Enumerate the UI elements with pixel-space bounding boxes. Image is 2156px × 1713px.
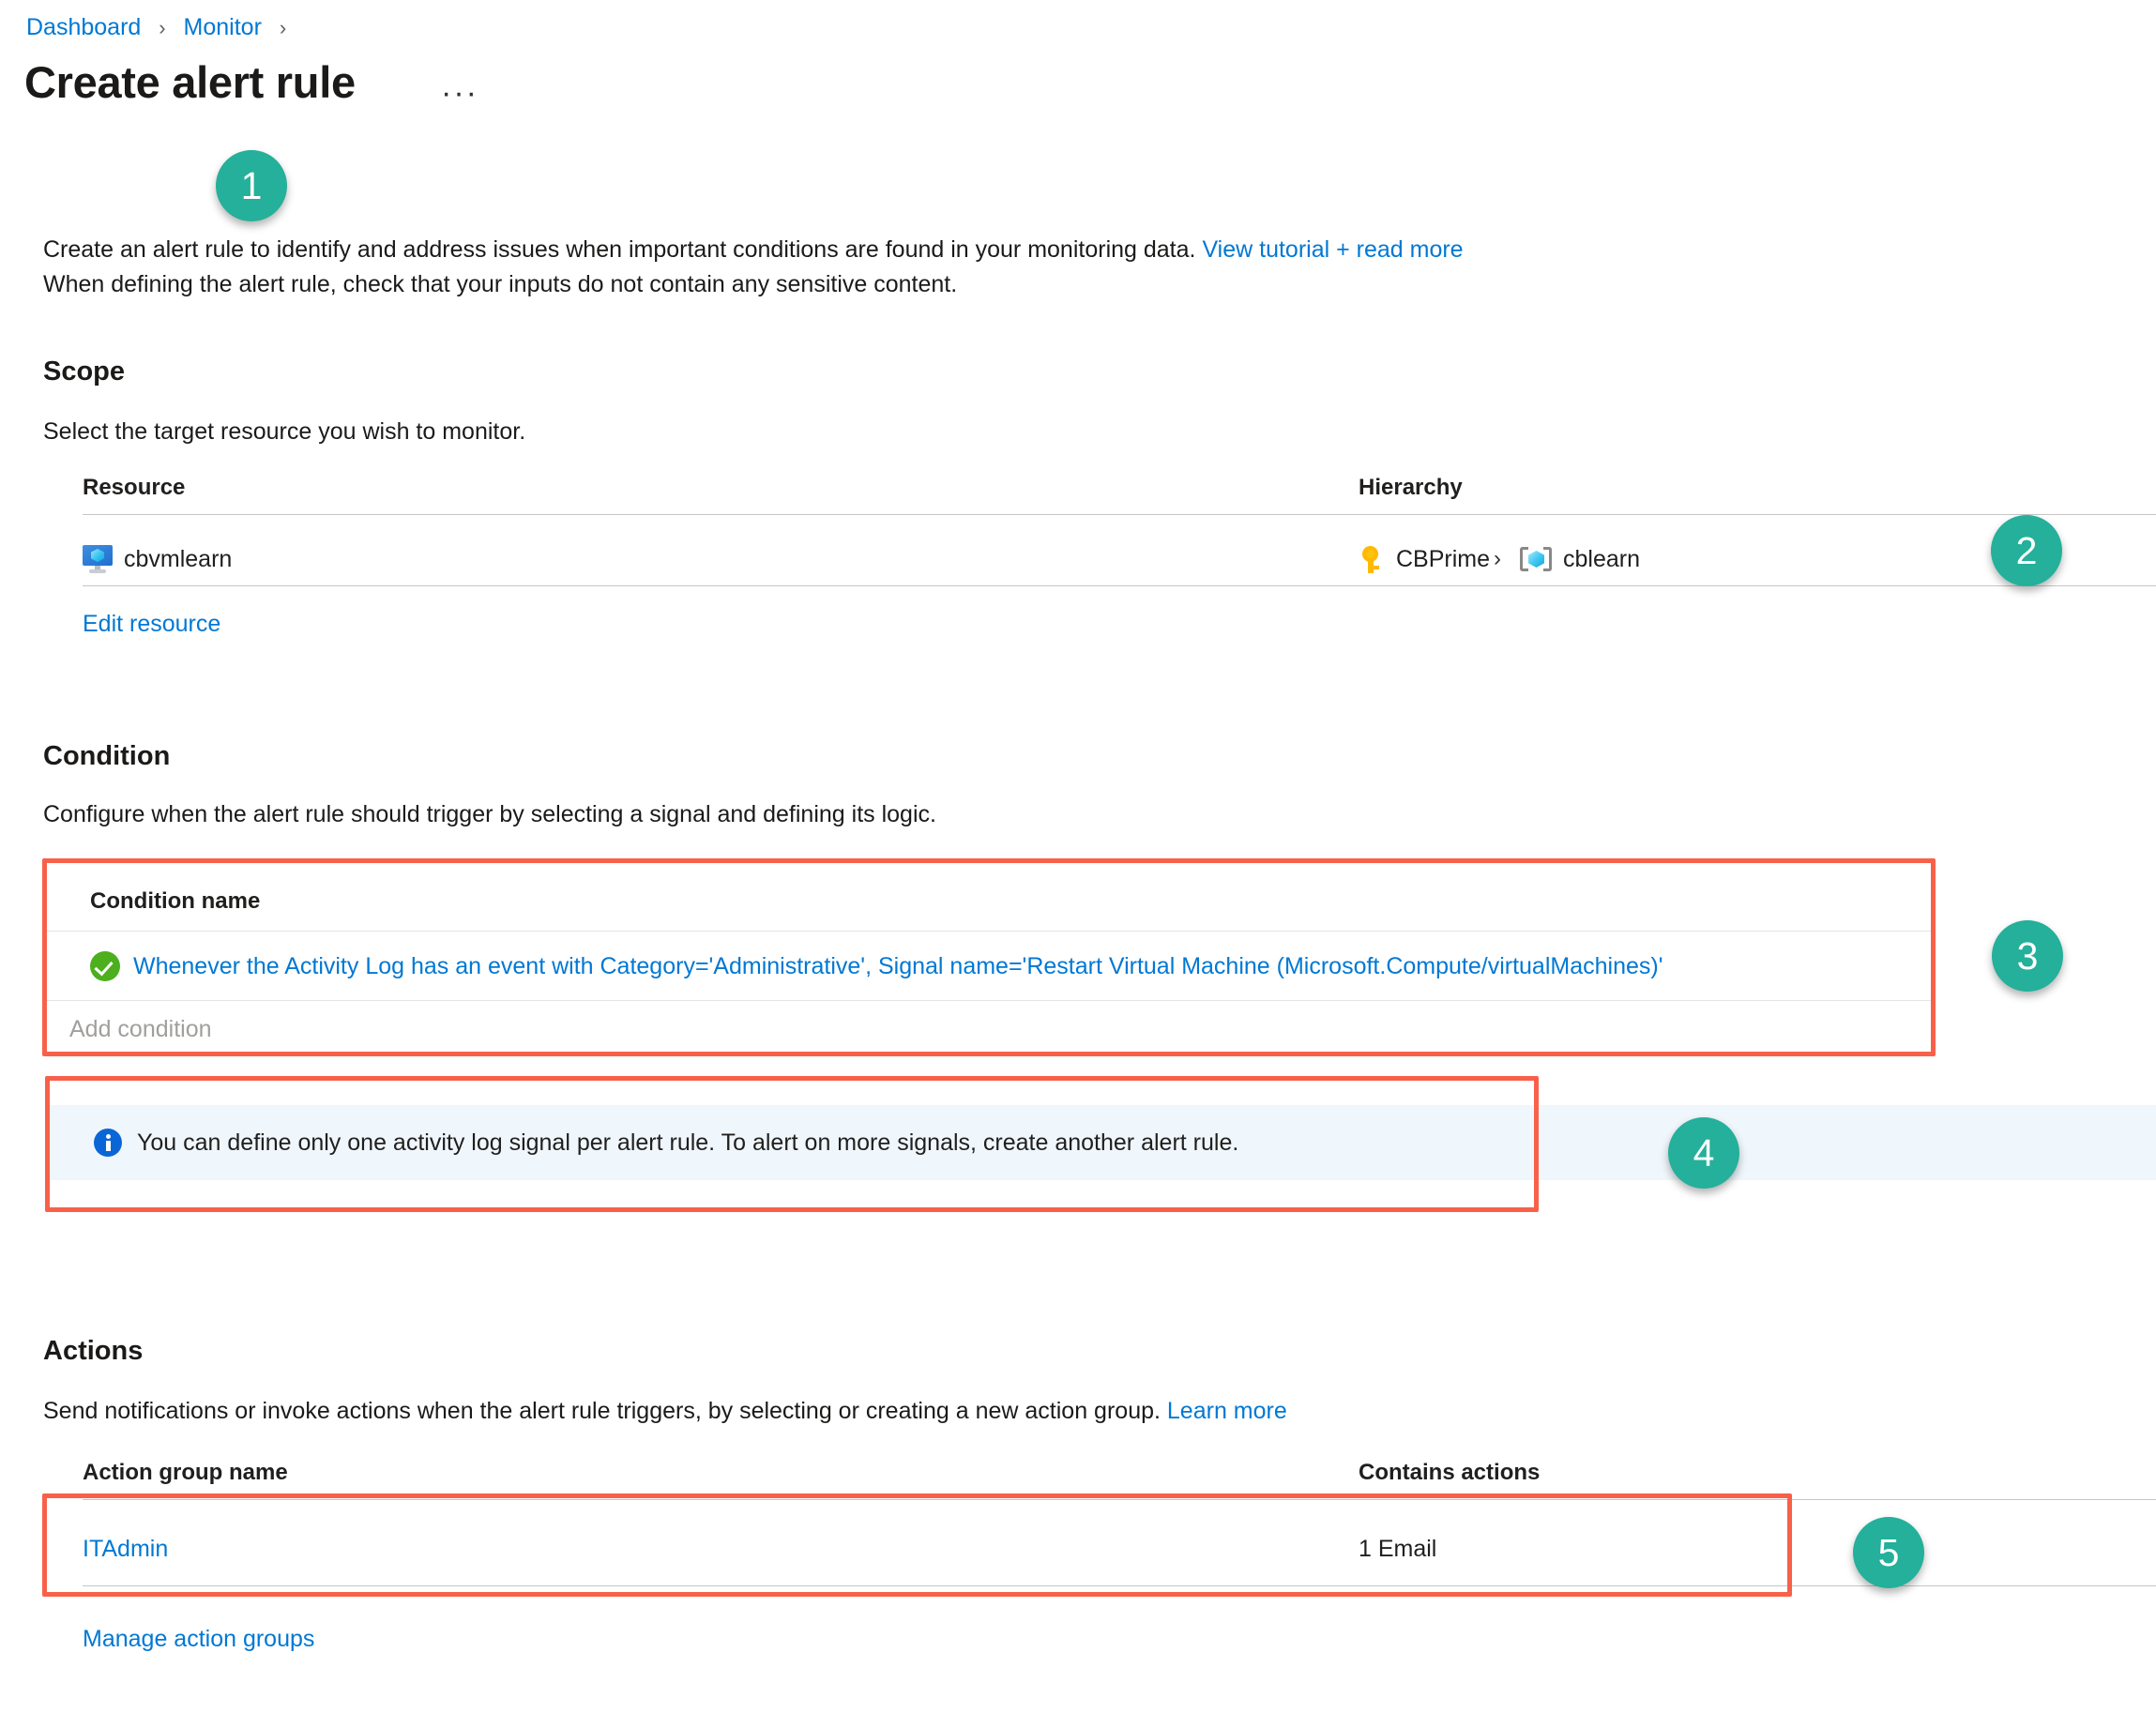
scope-resource-name: cbvmlearn bbox=[124, 543, 232, 575]
actions-column-contains: Contains actions bbox=[1359, 1459, 1540, 1487]
breadcrumb: Dashboard › Monitor › bbox=[26, 11, 297, 44]
actions-column-name: Action group name bbox=[83, 1459, 288, 1487]
view-tutorial-link[interactable]: View tutorial + read more bbox=[1202, 236, 1463, 263]
scope-hierarchy-resource-group: cblearn bbox=[1563, 543, 1640, 575]
intro-line-1: Create an alert rule to identify and add… bbox=[43, 236, 1195, 263]
breadcrumb-item-dashboard[interactable]: Dashboard bbox=[26, 14, 141, 40]
annotation-box-action-group bbox=[42, 1493, 1792, 1597]
page-title: Create alert rule bbox=[24, 56, 356, 109]
key-icon bbox=[1359, 545, 1383, 573]
edit-resource-link[interactable]: Edit resource bbox=[83, 600, 220, 647]
manage-action-groups-link[interactable]: Manage action groups bbox=[83, 1615, 314, 1662]
scope-column-hierarchy: Hierarchy bbox=[1359, 474, 1463, 502]
info-icon bbox=[94, 1129, 122, 1157]
actions-heading: Actions bbox=[43, 1334, 143, 1368]
intro-description: Create an alert rule to identify and add… bbox=[43, 233, 1464, 302]
scope-hierarchy-subscription: CBPrime bbox=[1396, 543, 1490, 575]
callout-badge-4: 4 bbox=[1668, 1117, 1739, 1189]
info-banner-text: You can define only one activity log sig… bbox=[137, 1127, 1238, 1159]
action-group-contains: 1 Email bbox=[1359, 1524, 1436, 1573]
scope-row-divider bbox=[83, 585, 2156, 586]
condition-heading: Condition bbox=[43, 739, 170, 773]
green-check-icon bbox=[90, 951, 120, 981]
add-condition-input[interactable]: Add condition bbox=[69, 1007, 212, 1052]
callout-badge-2: 2 bbox=[1991, 515, 2062, 586]
action-group-name[interactable]: ITAdmin bbox=[83, 1524, 168, 1573]
resource-group-icon bbox=[1520, 545, 1552, 573]
scope-header-divider bbox=[83, 514, 2156, 515]
more-options-icon[interactable]: ··· bbox=[441, 77, 478, 109]
actions-subtitle: Send notifications or invoke actions whe… bbox=[43, 1395, 1287, 1427]
breadcrumb-separator-icon: › bbox=[280, 12, 286, 44]
scope-hierarchy-cell: CBPrime › cblearn bbox=[1359, 533, 1640, 585]
scope-heading: Scope bbox=[43, 355, 125, 388]
intro-line-2: When defining the alert rule, check that… bbox=[43, 267, 1464, 302]
condition-panel: Condition name Whenever the Activity Log… bbox=[45, 861, 1933, 1054]
breadcrumb-item-monitor[interactable]: Monitor bbox=[184, 14, 262, 40]
activity-log-info-banner: You can define only one activity log sig… bbox=[49, 1105, 2156, 1180]
condition-row-divider bbox=[45, 1000, 1933, 1001]
condition-row[interactable]: Whenever the Activity Log has an event w… bbox=[90, 938, 1663, 994]
virtual-machine-icon bbox=[83, 545, 113, 573]
callout-badge-1: 1 bbox=[216, 150, 287, 221]
condition-row-text[interactable]: Whenever the Activity Log has an event w… bbox=[133, 950, 1663, 982]
actions-header-divider bbox=[83, 1499, 2156, 1500]
scope-subtitle: Select the target resource you wish to m… bbox=[43, 416, 525, 447]
condition-header-divider bbox=[45, 931, 1933, 932]
actions-row-divider bbox=[83, 1585, 2156, 1586]
learn-more-link[interactable]: Learn more bbox=[1167, 1398, 1287, 1424]
actions-subtitle-text: Send notifications or invoke actions whe… bbox=[43, 1398, 1161, 1424]
callout-badge-5: 5 bbox=[1853, 1517, 1924, 1588]
condition-column-name: Condition name bbox=[90, 887, 260, 916]
scope-resource-cell: cbvmlearn bbox=[83, 533, 232, 585]
scope-column-resource: Resource bbox=[83, 474, 185, 502]
hierarchy-separator-icon: › bbox=[1494, 543, 1501, 575]
create-alert-rule-page: Dashboard › Monitor › Create alert rule … bbox=[0, 0, 2156, 1713]
callout-badge-3: 3 bbox=[1992, 920, 2063, 992]
condition-subtitle: Configure when the alert rule should tri… bbox=[43, 798, 936, 830]
breadcrumb-separator-icon: › bbox=[159, 12, 165, 44]
